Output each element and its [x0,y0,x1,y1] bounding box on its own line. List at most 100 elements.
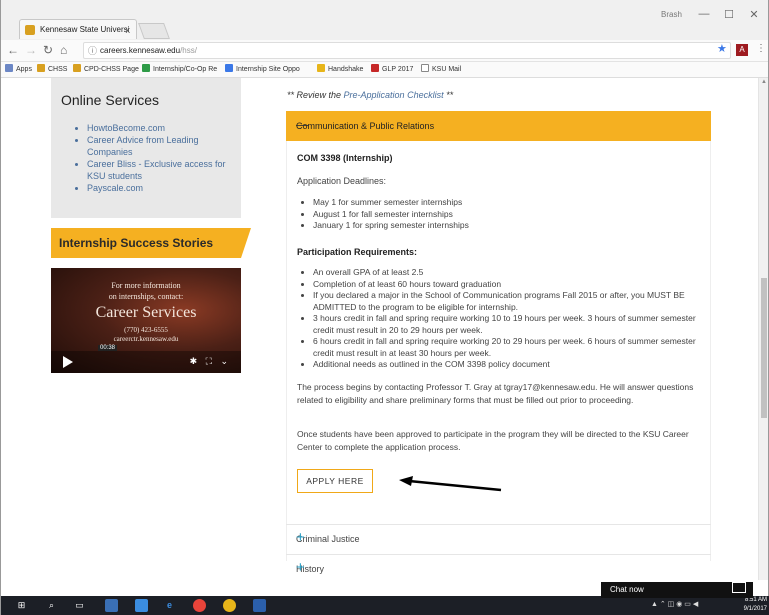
bookmark-cpd-chss[interactable]: CPD-CHSS Page [73,62,139,78]
video-heading: Career Services [95,304,197,321]
link-payscale[interactable]: Payscale.com [87,182,231,194]
reload-icon[interactable]: ↻ [43,43,53,57]
maximize-button[interactable]: ☐ [719,8,739,21]
course-title: COM 3398 (Internship) [297,153,393,163]
link-howtobecome[interactable]: HowtoBecome.com [87,122,231,134]
video-settings-icon[interactable]: ✱ ⛶ ⌄ [190,356,231,367]
bookmark-apps[interactable]: Apps [5,62,32,78]
bookmark-chss[interactable]: CHSS [37,62,67,78]
scrollbar-thumb[interactable] [761,278,767,418]
minimize-button[interactable]: — [694,8,714,20]
bookmark-star-icon[interactable]: ★ [717,42,727,55]
approval-paragraph: Once students have been approved to part… [297,429,689,452]
video-phone: (770) 423-6555 [124,326,168,334]
accordion-communication-body: COM 3398 (Internship) Application Deadli… [286,141,711,561]
tab-title: Kennesaw State Universi [40,25,130,34]
list-item: An overall GPA of at least 2.5 [313,267,702,279]
flag-icon [371,64,379,72]
video-web: careerctr.kennesaw.edu [113,335,179,343]
url-host: careers.kennesaw.edu [100,46,181,55]
address-bar: ← → ↻ ⌂ ⓘ careers.kennesaw.edu/hss/ ★ A … [1,40,768,62]
expand-icon[interactable]: + [296,559,699,576]
link-career-bliss[interactable]: Career Bliss - Exclusive access for KSU … [87,158,231,182]
search-icon[interactable]: ⌕ [45,599,58,612]
apps-grid-icon [5,64,13,72]
link-career-advice[interactable]: Career Advice from Leading Companies [87,134,231,158]
expand-icon[interactable]: + [296,529,699,546]
edge-icon[interactable]: e [163,599,176,612]
apply-here-button[interactable]: APPLY HERE [297,469,373,493]
requirements-label: Participation Requirements: [297,247,418,257]
list-item: 6 hours credit in fall and spring requir… [313,336,702,359]
bookmark-glp[interactable]: GLP 2017 [371,62,413,78]
chrome-icon[interactable] [223,599,236,612]
home-icon[interactable]: ⌂ [60,43,67,57]
page-icon [421,64,429,72]
app-icon[interactable] [135,599,148,612]
handshake-icon [317,64,325,72]
bookmark-internship-site[interactable]: Internship Site Oppo [225,62,300,78]
success-stories-heading: Internship Success Stories [51,228,251,258]
ksu-icon [73,64,81,72]
close-window-button[interactable]: ✕ [744,8,764,21]
play-icon[interactable] [63,356,73,368]
info-icon[interactable]: ⓘ [88,43,97,59]
checklist-note: ** Review the Pre-Application Checklist … [287,90,454,100]
web-page: Online Services HowtoBecome.com Career A… [1,78,760,580]
video-line1: For more information [111,281,181,290]
video-line2: on internships, contact: [108,292,184,301]
chat-minimize-icon[interactable] [732,582,746,593]
profile-name[interactable]: Brash [661,10,682,19]
taskbar-clock[interactable]: 8:51 AM 9/1/2017 [739,596,767,614]
pre-application-checklist-link[interactable]: Pre-Application Checklist [344,90,444,100]
list-item: May 1 for summer semester internships [313,197,702,209]
menu-icon[interactable]: ⋮ [756,43,766,54]
list-item: 3 hours credit in fall and spring requir… [313,313,702,336]
back-arrow-icon[interactable]: ← [7,43,19,57]
url-input[interactable]: ⓘ careers.kennesaw.edu/hss/ [83,42,731,59]
success-stories-title: Internship Success Stories [59,236,214,250]
accordion-communication-header[interactable]: Communication & Public Relations — [286,111,711,141]
online-services-list: HowtoBecome.com Career Advice from Leadi… [61,122,231,194]
collapse-icon[interactable]: — [296,117,699,132]
deadlines-list: May 1 for summer semester internships Au… [297,197,702,232]
word-icon[interactable] [253,599,266,612]
ksu-icon [37,64,45,72]
new-tab-button[interactable] [138,23,170,39]
task-view-icon[interactable]: ▭ [73,599,86,612]
browser-tab[interactable]: Kennesaw State Universi x [19,19,137,39]
tab-strip: Kennesaw State Universi x Brash — ☐ ✕ [1,0,768,40]
link-icon [225,64,233,72]
deadlines-label: Application Deadlines: [297,176,387,186]
tray-icons[interactable]: ▲ ⌃ ◫ ◉ ▭ ◀ [651,600,698,608]
page-scrollbar[interactable]: ▲ [758,78,768,580]
tab-close-icon[interactable]: x [126,20,131,39]
online-services-panel: Online Services HowtoBecome.com Career A… [51,78,241,218]
ksu-favicon-icon [25,25,35,35]
extension-icon[interactable]: A [736,44,748,56]
process-paragraph: The process begins by contacting Profess… [297,382,694,405]
windows-start-icon[interactable]: ⊞ [15,599,28,612]
accordion-criminal-justice[interactable]: Criminal Justice + [286,524,711,554]
list-item: January 1 for spring semester internship… [313,220,702,232]
accordion-history[interactable]: History + [286,554,711,580]
scroll-up-icon[interactable]: ▲ [761,79,767,85]
forward-arrow-icon[interactable]: → [25,43,37,57]
sheet-icon [142,64,150,72]
bookmarks-bar: Apps CHSS CPD-CHSS Page Internship/Co-Op… [1,62,768,78]
video-controls: 00:38 ✱ ⛶ ⌄ [51,345,241,373]
chat-now-bar[interactable]: Chat now [601,582,753,598]
list-item: Completion of at least 60 hours toward g… [313,279,702,291]
browser-window: Kennesaw State Universi x Brash — ☐ ✕ ← … [0,0,769,615]
firefox-icon[interactable] [193,599,206,612]
bookmark-internship-coop[interactable]: Internship/Co-Op Re [142,62,217,78]
online-services-title: Online Services [61,92,160,108]
list-item: Additional needs as outlined in the COM … [313,359,702,371]
file-explorer-icon[interactable] [105,599,118,612]
bookmark-ksu-mail[interactable]: KSU Mail [421,62,461,78]
bookmark-handshake[interactable]: Handshake [317,62,363,78]
video-time: 00:38 [98,345,118,351]
windows-taskbar: ⊞ ⌕ ▭ e ▲ ⌃ ◫ ◉ ▭ ◀ 8:51 AM 9/1/2017 [1,596,769,615]
annotation-arrow-icon [399,476,502,492]
video-player[interactable]: For more information on internships, con… [51,268,241,373]
